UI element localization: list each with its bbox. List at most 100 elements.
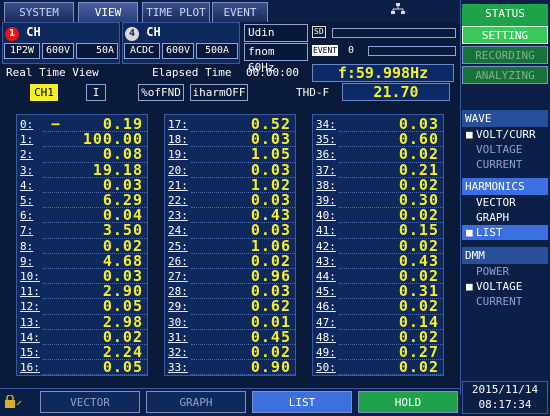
thd-value: 21.70: [342, 83, 450, 101]
harmonic-order: 37:: [316, 163, 336, 177]
harmonic-order: 41:: [316, 224, 336, 238]
dmm-voltage[interactable]: ■ VOLTAGE: [462, 279, 548, 294]
ch4-coupling: ACDC: [124, 43, 160, 59]
harmonic-order: 34:: [316, 118, 336, 131]
ch1-voltage-range: 600V: [42, 43, 74, 59]
harmonics-group: HARMONICS VECTOR GRAPH ■ LIST: [462, 178, 548, 240]
harmonics-column-2: 17: 0.52 18: 0.03 19: 1.05 20: 0.03 21: 1.02 22: 0.…: [164, 114, 296, 376]
harmonic-row: 16: 0.05: [17, 358, 147, 377]
harmonics-column-1: 0: −0.19 1: 100.00 2: 0.08 3: 19.18 4: 0.03 5: 6.29…: [16, 114, 148, 376]
harmonic-order: 3:: [20, 163, 34, 177]
harmonic-value: 0.02: [398, 358, 439, 377]
harmonic-order: 40:: [316, 209, 336, 223]
view-mode-label: Real Time View: [6, 66, 99, 79]
harmonic-order: 46:: [316, 300, 336, 314]
analyzing-button[interactable]: ANALYZING: [462, 66, 548, 84]
ch4-header: 4 CH: [125, 25, 161, 41]
harmonic-order: 26:: [168, 254, 188, 268]
harmonics-list[interactable]: ■ LIST: [462, 225, 548, 240]
harmonic-order: 50:: [316, 361, 336, 375]
wave-header[interactable]: WAVE: [462, 110, 548, 127]
dmm-power[interactable]: POWER: [462, 264, 548, 279]
ch1-current-range: 50A: [76, 43, 118, 59]
harmonic-order: 9:: [20, 254, 34, 268]
tab-event[interactable]: EVENT: [212, 2, 268, 22]
wave-group: WAVE ■ VOLT/CURR VOLTAGE CURRENT: [462, 110, 548, 172]
dmm-group: DMM POWER ■ VOLTAGE CURRENT: [462, 247, 548, 309]
harmonic-order: 36:: [316, 148, 336, 162]
fnom-value: fnom 60Hz: [244, 43, 308, 74]
iharm-selector[interactable]: iharmOFF: [190, 84, 248, 101]
dmm-header[interactable]: DMM: [462, 247, 548, 264]
harmonic-order: 28:: [168, 285, 188, 299]
network-icon: [390, 2, 406, 19]
harmonic-order: 47:: [316, 315, 336, 329]
hold-button[interactable]: HOLD: [358, 391, 458, 413]
tab-time-plot[interactable]: TIME PLOT: [142, 2, 210, 22]
harmonic-order: 12:: [20, 300, 40, 314]
quantity-selector[interactable]: I: [86, 84, 106, 101]
clock-time: 08:17:34: [478, 398, 532, 411]
udin-value: Udin 120V: [244, 24, 308, 55]
harmonics-vector[interactable]: VECTOR: [462, 195, 548, 210]
elapsed-label: Elapsed Time: [152, 66, 232, 79]
harmonic-order: 31:: [168, 330, 188, 344]
clock: 2015/11/14 08:17:34: [462, 381, 548, 414]
harmonic-order: 16:: [20, 361, 40, 375]
wave-voltage[interactable]: VOLTAGE: [462, 142, 548, 157]
clock-date: 2015/11/14: [471, 383, 539, 396]
unit-selector[interactable]: %ofFND: [138, 84, 184, 101]
harmonic-order: 35:: [316, 133, 336, 147]
harmonic-order: 25:: [168, 239, 188, 253]
harmonics-header[interactable]: HARMONICS: [462, 178, 548, 195]
harmonic-order: 0:: [20, 118, 34, 131]
harmonic-order: 18:: [168, 133, 188, 147]
harmonic-order: 23:: [168, 209, 188, 223]
graph-button[interactable]: GRAPH: [146, 391, 246, 413]
thd-label: THD-F: [296, 86, 330, 99]
vector-button[interactable]: VECTOR: [40, 391, 140, 413]
harmonic-order: 20:: [168, 163, 188, 177]
harmonic-order: 27:: [168, 270, 188, 283]
list-button[interactable]: LIST: [252, 391, 352, 413]
harmonics-column-3: 34: 0.03 35: 0.60 36: 0.02 37: 0.21 38: 0.02 39: 0.…: [312, 114, 444, 376]
harmonic-order: 48:: [316, 330, 336, 344]
status-title: STATUS: [485, 7, 525, 20]
harmonic-order: 14:: [20, 330, 40, 344]
key-lock-icon: [4, 394, 22, 413]
ch4-current-range: 500A: [196, 43, 238, 59]
harmonic-value: 0.05: [102, 358, 143, 377]
harmonic-order: 22:: [168, 194, 188, 207]
harmonic-order: 32:: [168, 346, 188, 359]
elapsed-value: 00:00:00: [246, 66, 299, 79]
channel-selector[interactable]: CH1: [30, 84, 58, 101]
harmonic-order: 11:: [20, 285, 40, 299]
harmonic-value: 0.90: [250, 358, 291, 377]
wave-volt-curr[interactable]: ■ VOLT/CURR: [462, 127, 548, 142]
dmm-current[interactable]: CURRENT: [462, 294, 548, 309]
harmonic-order: 43:: [316, 254, 336, 268]
harmonic-order: 17:: [168, 118, 188, 131]
setting-button[interactable]: SETTING: [462, 26, 548, 44]
harmonic-order: 5:: [20, 194, 34, 207]
harmonic-order: 29:: [168, 300, 188, 314]
harmonic-order: 4:: [20, 178, 34, 192]
harmonic-order: 21:: [168, 178, 188, 192]
harmonics-graph[interactable]: GRAPH: [462, 210, 548, 225]
harmonic-order: 6:: [20, 209, 34, 223]
frequency-readout: f:59.998Hz: [312, 64, 454, 82]
wave-current[interactable]: CURRENT: [462, 157, 548, 172]
sd-usage-meter: [332, 28, 456, 38]
harmonic-order: 7:: [20, 224, 34, 238]
harmonic-order: 45:: [316, 285, 336, 299]
harmonic-order: 15:: [20, 346, 40, 359]
ch1-badge: 1: [5, 27, 19, 41]
tab-view[interactable]: VIEW: [78, 2, 138, 22]
ch1-label: CH: [26, 25, 41, 39]
recording-button[interactable]: RECORDING: [462, 46, 548, 64]
tab-system[interactable]: SYSTEM: [4, 2, 74, 22]
sd-card-icon: SD: [312, 26, 326, 38]
ch4-voltage-range: 600V: [162, 43, 194, 59]
harmonic-order: 33:: [168, 361, 188, 375]
harmonic-order: 39:: [316, 194, 336, 207]
